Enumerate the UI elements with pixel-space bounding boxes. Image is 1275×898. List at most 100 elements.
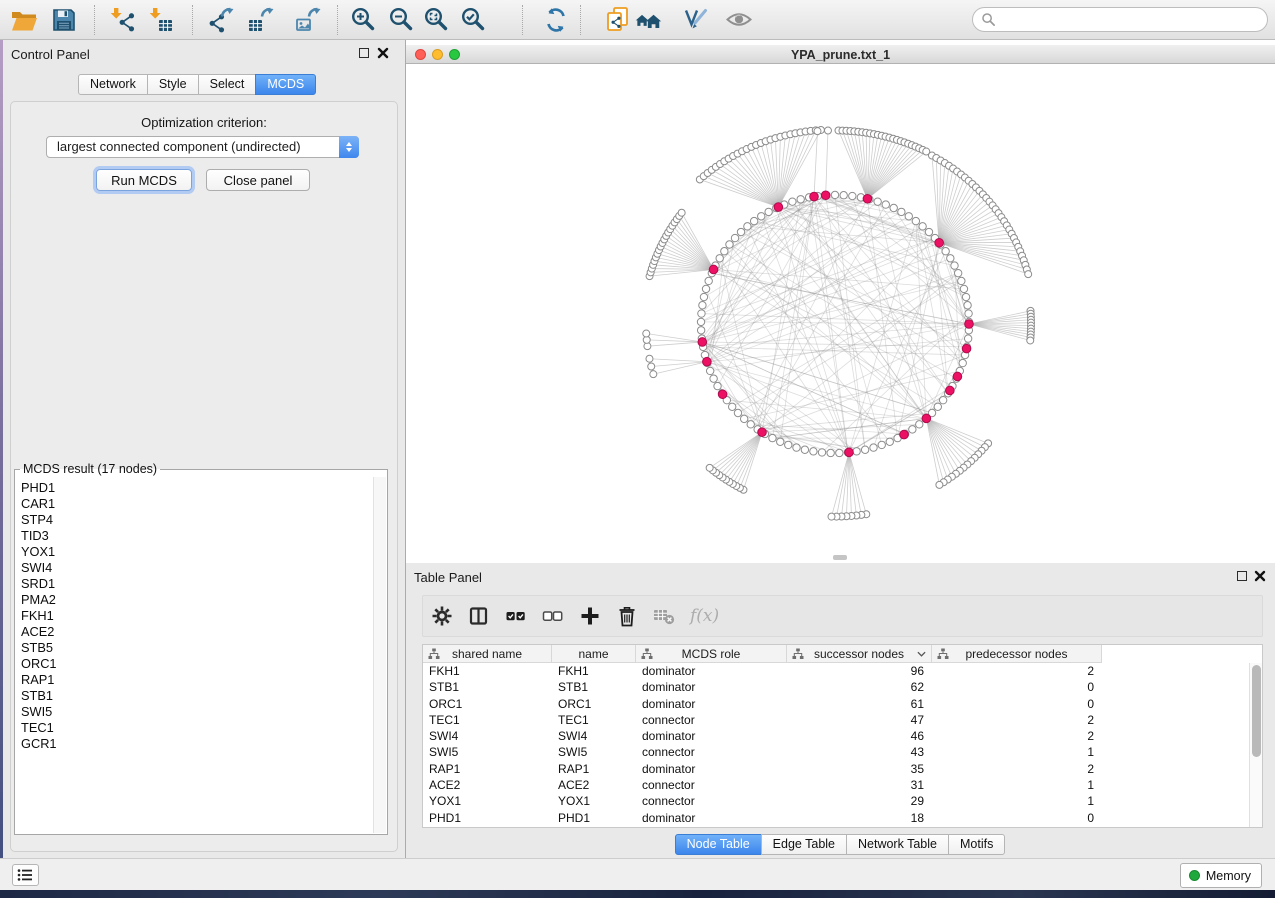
- result-scrollbar[interactable]: [373, 477, 386, 833]
- cell-successors[interactable]: 61: [787, 696, 932, 712]
- annotation-mode-button[interactable]: [679, 4, 711, 36]
- cell-predecessors[interactable]: 0: [932, 810, 1102, 826]
- cell-successors[interactable]: 47: [787, 712, 932, 728]
- result-node[interactable]: SRD1: [21, 576, 372, 592]
- table-row[interactable]: SWI4SWI4dominator462: [423, 728, 1249, 744]
- share-document-button[interactable]: [602, 4, 634, 36]
- table-row[interactable]: STB1STB1dominator620: [423, 679, 1249, 695]
- cell-role[interactable]: connector: [636, 777, 787, 793]
- network-overview-button[interactable]: [633, 4, 665, 36]
- zoom-fit-button[interactable]: [421, 4, 453, 36]
- zoom-in-button[interactable]: [348, 4, 380, 36]
- run-mcds-button[interactable]: Run MCDS: [96, 169, 192, 191]
- result-node[interactable]: TID3: [21, 528, 372, 544]
- cell-successors[interactable]: 29: [787, 793, 932, 809]
- cell-role[interactable]: dominator: [636, 810, 787, 826]
- column-header-shared-name[interactable]: shared name: [423, 645, 552, 663]
- show-graphics-button[interactable]: [723, 4, 755, 36]
- cell-successors[interactable]: 18: [787, 810, 932, 826]
- cell-role[interactable]: connector: [636, 744, 787, 760]
- cell-shared_name[interactable]: TEC1: [423, 712, 552, 728]
- float-table-panel-icon[interactable]: [1237, 571, 1247, 581]
- tab-motifs[interactable]: Motifs: [948, 834, 1005, 855]
- export-network-button[interactable]: [205, 4, 237, 36]
- cell-role[interactable]: connector: [636, 712, 787, 728]
- cell-shared_name[interactable]: SWI5: [423, 744, 552, 760]
- memory-button[interactable]: Memory: [1180, 863, 1262, 888]
- result-node[interactable]: GCR1: [21, 736, 372, 752]
- zoom-selected-button[interactable]: [458, 4, 490, 36]
- cell-name[interactable]: FKH1: [552, 663, 636, 679]
- cell-predecessors[interactable]: 0: [932, 696, 1102, 712]
- tab-edge-table[interactable]: Edge Table: [761, 834, 847, 855]
- deselect-all-icon[interactable]: [542, 605, 564, 627]
- float-panel-icon[interactable]: [359, 48, 369, 58]
- result-node[interactable]: RAP1: [21, 672, 372, 688]
- cell-successors[interactable]: 43: [787, 744, 932, 760]
- cell-role[interactable]: dominator: [636, 761, 787, 777]
- tab-style[interactable]: Style: [147, 74, 199, 95]
- cell-shared_name[interactable]: FKH1: [423, 663, 552, 679]
- result-node[interactable]: TEC1: [21, 720, 372, 736]
- result-node[interactable]: PMA2: [21, 592, 372, 608]
- export-image-button[interactable]: [293, 4, 325, 36]
- add-icon[interactable]: [579, 605, 601, 627]
- column-header-predecessor-nodes[interactable]: predecessor nodes: [932, 645, 1102, 663]
- gear-icon[interactable]: [431, 605, 453, 627]
- table-row[interactable]: ORC1ORC1dominator610: [423, 696, 1249, 712]
- search-box[interactable]: [972, 7, 1268, 32]
- cell-successors[interactable]: 96: [787, 663, 932, 679]
- cell-successors[interactable]: 46: [787, 728, 932, 744]
- cell-name[interactable]: TEC1: [552, 712, 636, 728]
- cell-predecessors[interactable]: 1: [932, 777, 1102, 793]
- close-table-panel-icon[interactable]: [1254, 570, 1266, 582]
- cell-name[interactable]: STB1: [552, 679, 636, 695]
- cell-shared_name[interactable]: YOX1: [423, 793, 552, 809]
- tab-network-table[interactable]: Network Table: [846, 834, 949, 855]
- result-node[interactable]: ORC1: [21, 656, 372, 672]
- column-header-name[interactable]: name: [552, 645, 636, 663]
- refresh-view-button[interactable]: [540, 4, 572, 36]
- column-header-MCDS-role[interactable]: MCDS role: [636, 645, 787, 663]
- cell-shared_name[interactable]: ORC1: [423, 696, 552, 712]
- result-node[interactable]: PHD1: [21, 480, 372, 496]
- result-node[interactable]: SWI5: [21, 704, 372, 720]
- import-network-button[interactable]: [106, 4, 138, 36]
- save-session-button[interactable]: [48, 4, 80, 36]
- cell-role[interactable]: connector: [636, 793, 787, 809]
- cell-name[interactable]: ORC1: [552, 696, 636, 712]
- cell-name[interactable]: YOX1: [552, 793, 636, 809]
- table-row[interactable]: FKH1FKH1dominator962: [423, 663, 1249, 679]
- close-panel-icon[interactable]: [377, 47, 389, 59]
- cell-shared_name[interactable]: SWI4: [423, 728, 552, 744]
- result-node[interactable]: YOX1: [21, 544, 372, 560]
- close-panel-button[interactable]: Close panel: [206, 169, 310, 191]
- cell-predecessors[interactable]: 2: [932, 712, 1102, 728]
- cell-predecessors[interactable]: 1: [932, 793, 1102, 809]
- export-table-button[interactable]: [246, 4, 278, 36]
- tab-mcds[interactable]: MCDS: [255, 74, 316, 95]
- cell-predecessors[interactable]: 2: [932, 663, 1102, 679]
- cell-predecessors[interactable]: 2: [932, 761, 1102, 777]
- cell-shared_name[interactable]: ACE2: [423, 777, 552, 793]
- cell-predecessors[interactable]: 1: [932, 744, 1102, 760]
- table-row[interactable]: PHD1PHD1dominator180: [423, 810, 1249, 826]
- cell-name[interactable]: ACE2: [552, 777, 636, 793]
- cell-predecessors[interactable]: 0: [932, 679, 1102, 695]
- cell-role[interactable]: dominator: [636, 728, 787, 744]
- result-node[interactable]: STB5: [21, 640, 372, 656]
- table-scrollbar[interactable]: [1249, 663, 1262, 827]
- table-row[interactable]: RAP1RAP1dominator352: [423, 761, 1249, 777]
- tab-network[interactable]: Network: [78, 74, 148, 95]
- open-file-button[interactable]: [8, 4, 40, 36]
- horizontal-scrollbar[interactable]: [833, 555, 847, 560]
- column-header-successor-nodes[interactable]: successor nodes: [787, 645, 932, 663]
- cell-shared_name[interactable]: PHD1: [423, 810, 552, 826]
- result-node[interactable]: STP4: [21, 512, 372, 528]
- delete-icon[interactable]: [616, 605, 638, 627]
- cell-role[interactable]: dominator: [636, 663, 787, 679]
- table-row[interactable]: SWI5SWI5connector431: [423, 744, 1249, 760]
- cell-successors[interactable]: 31: [787, 777, 932, 793]
- result-node[interactable]: FKH1: [21, 608, 372, 624]
- panel-list-button[interactable]: [12, 864, 39, 886]
